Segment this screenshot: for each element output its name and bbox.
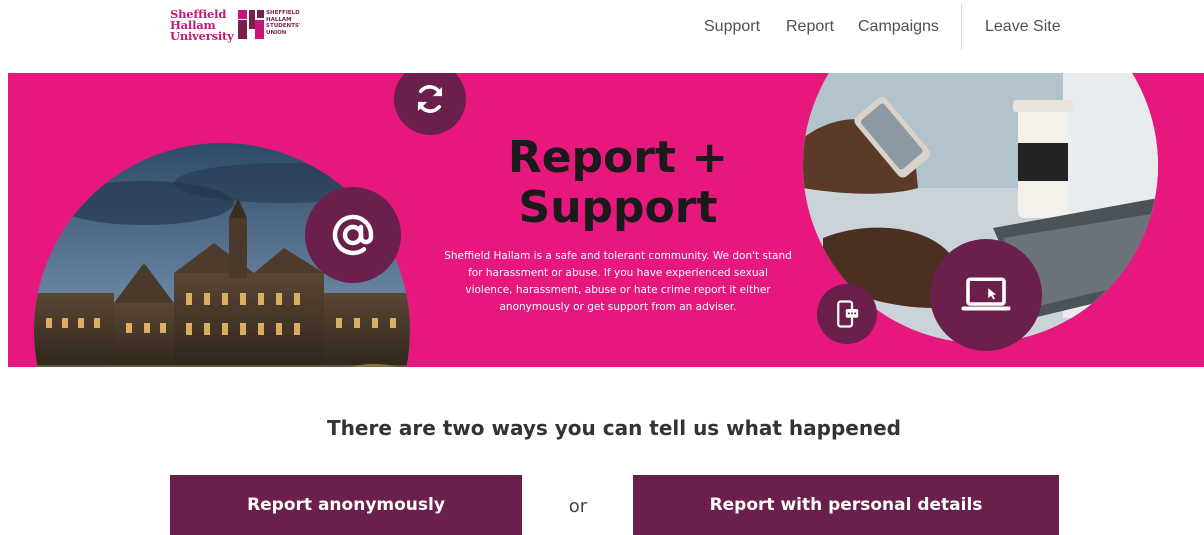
logo-line: University	[170, 29, 234, 43]
hero-title-line: Report +	[507, 132, 729, 183]
at-sign-icon-badge	[305, 187, 401, 283]
at-sign-icon	[332, 214, 374, 256]
site-header: Sheffield Hallam University SHEFFIELD HA…	[0, 0, 1204, 62]
logo-line: SHEFFIELD	[266, 10, 300, 16]
nav-campaigns[interactable]: Campaigns	[858, 18, 939, 36]
report-with-personal-details-button[interactable]: Report with personal details	[633, 475, 1059, 535]
hero-banner: Report + Support Sheffield Hallam is a s…	[8, 73, 1204, 367]
logo-line: UNION	[266, 29, 287, 36]
site-logo[interactable]: Sheffield Hallam University SHEFFIELD HA…	[170, 8, 315, 45]
phone-chat-icon	[837, 300, 859, 328]
union-logo-text: SHEFFIELD HALLAM STUDENTS' UNION	[266, 10, 301, 36]
leave-site-link[interactable]: Leave Site	[985, 18, 1061, 36]
logo-line: STUDENTS'	[266, 23, 301, 29]
hero-title: Report + Support	[438, 133, 798, 233]
hero-description: Sheffield Hallam is a safe and tolerant …	[444, 250, 792, 313]
nav-support[interactable]: Support	[704, 18, 760, 36]
or-separator: or	[568, 496, 588, 517]
laptop-icon-badge	[930, 239, 1042, 351]
hero-title-line: Support	[518, 182, 718, 233]
refresh-icon	[417, 85, 443, 113]
nav-divider	[961, 4, 962, 50]
university-logo-text: Sheffield Hallam University	[170, 8, 234, 43]
phone-chat-icon-badge	[817, 284, 877, 344]
nav-report[interactable]: Report	[786, 18, 834, 36]
report-anonymously-button[interactable]: Report anonymously	[170, 475, 522, 535]
laptop-icon	[961, 277, 1011, 311]
refresh-icon-badge	[394, 73, 466, 135]
section-heading: There are two ways you can tell us what …	[327, 416, 901, 440]
union-logo-mark-icon	[238, 10, 264, 39]
